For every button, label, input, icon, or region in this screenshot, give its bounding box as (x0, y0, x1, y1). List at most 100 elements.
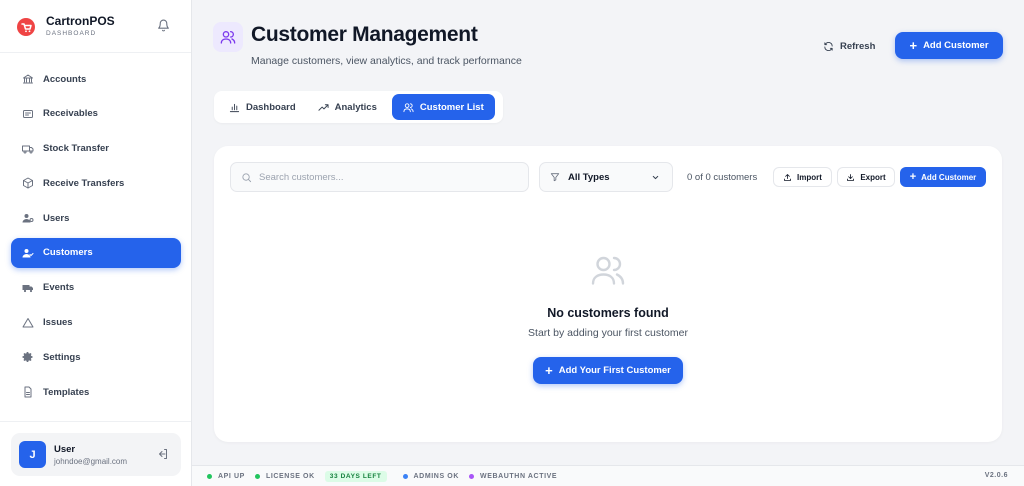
brand-subtitle: DASHBOARD (46, 30, 97, 37)
tab-label: Customer List (419, 101, 484, 113)
import-label: Import (797, 172, 822, 182)
sidebar-item-label: Accounts (43, 73, 87, 85)
truck-icon (22, 145, 34, 154)
sidebar-item-label: Customers (43, 247, 93, 259)
export-label: Export (860, 172, 886, 182)
customer-count: 0 of 0 customers (687, 172, 758, 183)
bank-icon (23, 74, 33, 84)
sidebar-item-users[interactable]: Users (11, 203, 181, 233)
download-icon (847, 173, 855, 181)
sidebar-item-label: Receive Transfers (43, 177, 125, 189)
type-filter-value: All Types (568, 171, 610, 183)
sidebar-item-issues[interactable]: Issues (11, 308, 181, 338)
add-customer-label: Add Customer (923, 40, 989, 51)
truck-event-icon (22, 284, 33, 292)
bar-chart-icon (229, 103, 240, 112)
sidebar-item-accounts[interactable]: Accounts (11, 64, 181, 94)
brand-name: CartronPOS (46, 14, 115, 28)
sidebar-item-label: Users (43, 212, 70, 224)
status-license: LICENSE OK (254, 472, 315, 480)
tab-label: Analytics (334, 101, 377, 113)
trending-up-icon (318, 103, 329, 111)
sidebar-item-label: Receivables (43, 108, 98, 120)
import-button[interactable]: Import (773, 167, 832, 187)
sidebar-item-label: Settings (43, 351, 81, 363)
user-check-icon (22, 248, 34, 258)
users-icon (220, 31, 236, 44)
sidebar-nav: Accounts Receivables Stock Transfer Rece… (11, 64, 181, 412)
add-customer-small-button[interactable]: + Add Customer (900, 167, 986, 187)
tab-label: Dashboard (246, 101, 296, 113)
status-dot (254, 473, 260, 479)
tab-customer-list[interactable]: Customer List (391, 94, 495, 120)
empty-state-title: No customers found (547, 306, 669, 320)
status-admins-label: ADMINS OK (413, 472, 459, 480)
sidebar-item-settings[interactable]: Settings (11, 342, 181, 372)
version-label: V2.0.6 (984, 472, 1008, 479)
receipt-icon (23, 109, 33, 118)
refresh-button[interactable]: Refresh (816, 35, 882, 57)
user-email: johndoe@gmail.com (54, 456, 128, 466)
status-dot (468, 473, 474, 479)
bell-icon[interactable] (157, 19, 170, 32)
header-users-icon-container (213, 22, 243, 52)
sidebar-item-stock-transfer[interactable]: Stock Transfer (11, 134, 181, 164)
customer-list-card: All Types 0 of 0 customers Import Export… (214, 146, 1002, 442)
page-title: Customer Management (251, 23, 478, 46)
page-subtitle: Manage customers, view analytics, and tr… (251, 55, 522, 67)
upload-icon (784, 173, 791, 181)
sidebar-item-label: Stock Transfer (43, 143, 109, 155)
chevron-down-icon (652, 175, 659, 180)
status-webauthn-label: WEBAUTHN ACTIVE (479, 472, 558, 480)
user-card[interactable]: J User johndoe@gmail.com (11, 433, 181, 476)
export-button[interactable]: Export (837, 167, 895, 187)
brand[interactable]: CartronPOS DASHBOARD (16, 14, 115, 39)
user-gear-icon (22, 214, 34, 223)
sidebar-item-templates[interactable]: Templates (11, 377, 181, 407)
add-first-customer-label: Add Your First Customer (558, 365, 671, 376)
warning-icon (22, 317, 34, 328)
add-first-customer-button[interactable]: + Add Your First Customer (533, 357, 683, 384)
status-admins: ADMINS OK (402, 472, 459, 480)
status-api: API UP (207, 473, 245, 480)
plus-icon: + (909, 171, 917, 183)
refresh-icon (824, 41, 833, 51)
search-input[interactable] (259, 171, 519, 183)
status-api-label: API UP (218, 472, 245, 480)
days-left-badge: 33 DAYS LEFT (324, 470, 387, 482)
sidebar: CartronPOS DASHBOARD Accounts Receivable… (0, 0, 192, 486)
status-dot (207, 473, 212, 479)
avatar: J (19, 441, 46, 468)
user-divider (0, 421, 191, 422)
sidebar-item-customers[interactable]: Customers (11, 237, 181, 268)
empty-state-subtitle: Start by adding your first customer (528, 327, 688, 339)
status-bar: API UP LICENSE OK 33 DAYS LEFT ADMINS OK… (192, 465, 1024, 486)
gear-icon (22, 352, 33, 363)
document-icon (24, 386, 32, 398)
search-box[interactable] (230, 162, 529, 192)
refresh-label: Refresh (840, 40, 876, 52)
add-customer-button[interactable]: + Add Customer (895, 32, 1003, 59)
brand-logo-icon (17, 17, 35, 36)
sidebar-item-label: Issues (43, 317, 73, 329)
view-tabs: Dashboard Analytics Customer List (214, 91, 503, 123)
sidebar-item-receive-transfers[interactable]: Receive Transfers (11, 168, 181, 198)
add-customer-small-label: Add Customer (921, 172, 977, 182)
brand-divider (0, 52, 191, 53)
sidebar-item-receivables[interactable]: Receivables (11, 99, 181, 129)
tab-dashboard[interactable]: Dashboard (218, 94, 307, 120)
plus-icon: + (545, 362, 553, 378)
users-icon (403, 102, 414, 112)
sidebar-item-events[interactable]: Events (11, 273, 181, 303)
package-icon (23, 177, 33, 189)
sidebar-item-label: Templates (43, 386, 90, 398)
search-icon (242, 172, 252, 182)
status-license-label: LICENSE OK (265, 472, 315, 480)
filter-icon (550, 173, 560, 182)
plus-icon: + (909, 37, 918, 53)
tab-analytics[interactable]: Analytics (307, 94, 388, 120)
type-filter-select[interactable]: All Types (539, 162, 673, 192)
logout-icon[interactable] (157, 448, 169, 460)
status-webauthn: WEBAUTHN ACTIVE (468, 472, 558, 480)
status-dot (402, 473, 408, 479)
